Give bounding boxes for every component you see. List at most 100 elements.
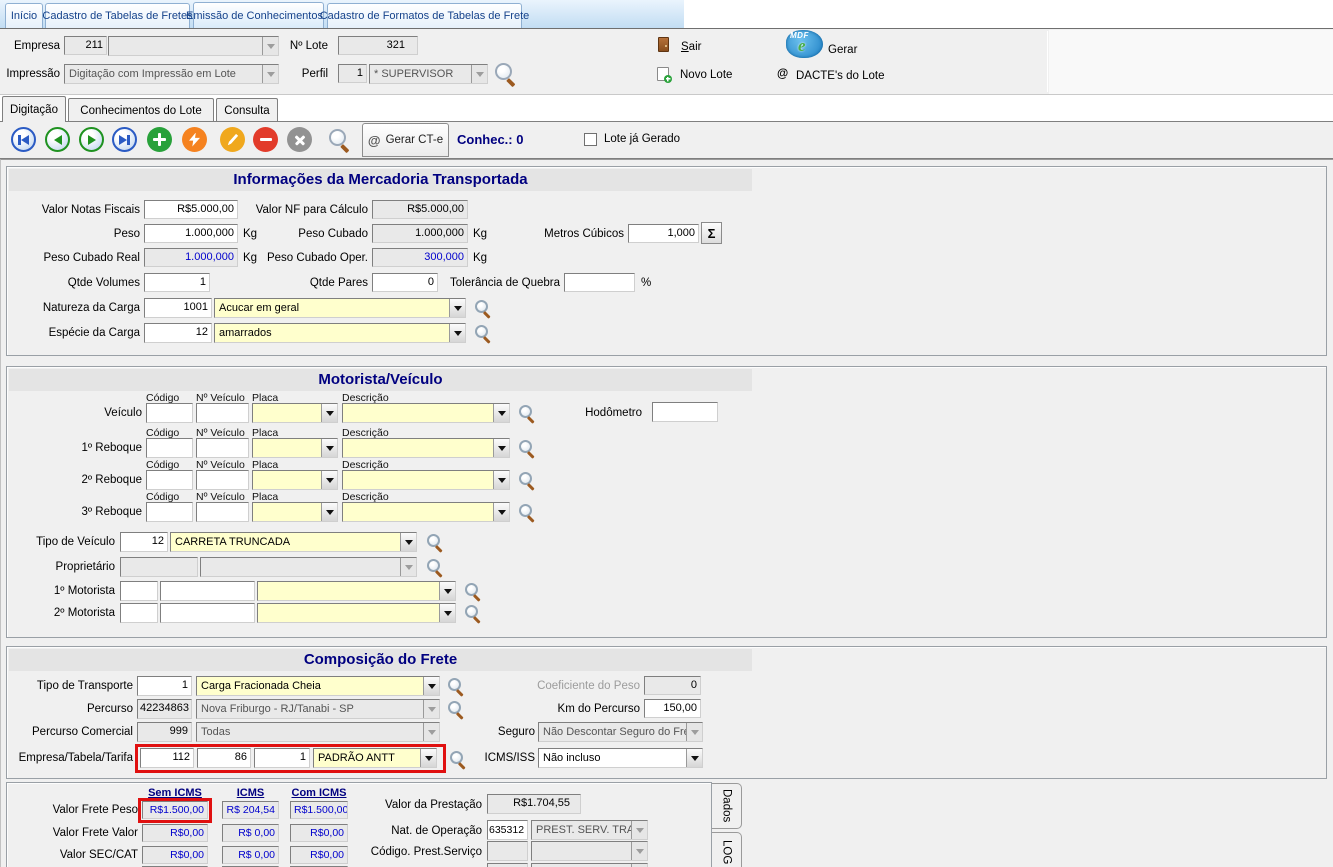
at-icon[interactable]: @ xyxy=(777,68,788,80)
reboque3-codigo-input[interactable] xyxy=(146,502,193,522)
percurso-search-icon[interactable] xyxy=(447,700,465,718)
tipo-veiculo-code-input[interactable]: 12 xyxy=(120,532,168,552)
novo-lote-button[interactable]: Novo Lote xyxy=(680,69,732,81)
motorista2-search-icon[interactable] xyxy=(464,604,482,622)
reboque2-search-icon[interactable] xyxy=(518,471,536,489)
window-tab-inicio[interactable]: Início xyxy=(5,3,43,28)
motorista1-search-icon[interactable] xyxy=(464,582,482,600)
sair-button[interactable]: Sair xyxy=(681,41,701,53)
natureza-carga-code-input[interactable]: 1001 xyxy=(144,298,212,318)
window-tab-cadastro-tabelas[interactable]: Cadastro de Tabelas de Fretes xyxy=(45,3,190,28)
veiculo-codigo-input[interactable] xyxy=(146,403,193,423)
reboque2-descricao-select[interactable] xyxy=(342,470,510,490)
qtde-volumes-input[interactable]: 1 xyxy=(144,273,210,292)
chevron-down-icon[interactable] xyxy=(321,404,337,422)
first-record-icon[interactable] xyxy=(11,127,36,152)
reboque1-numero-input[interactable] xyxy=(196,438,249,458)
reboque3-placa-select[interactable] xyxy=(252,502,338,522)
motorista1-code-input[interactable] xyxy=(120,581,158,601)
chevron-down-icon[interactable] xyxy=(493,471,509,489)
side-tab-log[interactable]: LOG d xyxy=(712,832,742,867)
veiculo-descricao-select[interactable] xyxy=(342,403,510,423)
reboque3-numero-input[interactable] xyxy=(196,502,249,522)
chevron-down-icon[interactable] xyxy=(321,503,337,521)
next-record-icon[interactable] xyxy=(79,127,104,152)
delete-record-icon[interactable] xyxy=(253,127,278,152)
especie-carga-search-icon[interactable] xyxy=(474,324,492,342)
tarifa-tabela-input[interactable]: 86 xyxy=(197,748,251,768)
tipo-transporte-select[interactable]: Carga Fracionada Cheia xyxy=(196,676,440,696)
reboque1-codigo-input[interactable] xyxy=(146,438,193,458)
edit-record-icon[interactable] xyxy=(220,127,245,152)
km-percurso-input[interactable]: 150,00 xyxy=(644,699,701,718)
natureza-carga-select[interactable]: Acucar em geral xyxy=(214,298,466,318)
chevron-down-icon[interactable] xyxy=(686,749,702,767)
post-record-icon[interactable] xyxy=(182,127,207,152)
chevron-down-icon[interactable] xyxy=(439,582,455,600)
qtde-pares-input[interactable]: 0 xyxy=(372,273,438,292)
reboque2-numero-input[interactable] xyxy=(196,470,249,490)
especie-carga-select[interactable]: amarrados xyxy=(214,323,466,343)
tolerancia-quebra-input[interactable] xyxy=(564,273,635,292)
sum-button[interactable]: Σ xyxy=(701,222,722,244)
valor-notas-fiscais-input[interactable]: R$5.000,00 xyxy=(144,200,238,219)
tab-consulta[interactable]: Consulta xyxy=(216,98,278,122)
prior-record-icon[interactable] xyxy=(45,127,70,152)
chevron-down-icon[interactable] xyxy=(439,604,455,622)
window-tab-cadastro-formatos[interactable]: Cadastro de Formatos de Tabelas de Frete xyxy=(327,3,522,28)
chevron-down-icon[interactable] xyxy=(449,324,465,342)
tab-conhecimentos-do-lote[interactable]: Conhecimentos do Lote xyxy=(68,98,214,122)
insert-record-icon[interactable] xyxy=(147,127,172,152)
motorista1-doc-input[interactable] xyxy=(160,581,255,601)
tipo-transporte-code-input[interactable]: 1 xyxy=(137,676,192,696)
cancel-record-icon[interactable] xyxy=(287,127,312,152)
veiculo-numero-input[interactable] xyxy=(196,403,249,423)
chevron-down-icon[interactable] xyxy=(493,439,509,457)
gerar-cte-button[interactable]: @ Gerar CT-e xyxy=(362,123,449,157)
last-record-icon[interactable] xyxy=(112,127,137,152)
especie-carga-code-input[interactable]: 12 xyxy=(144,323,212,343)
new-lote-icon[interactable] xyxy=(657,67,669,81)
chevron-down-icon[interactable] xyxy=(321,439,337,457)
motorista2-doc-input[interactable] xyxy=(160,603,255,623)
tipo-transporte-search-icon[interactable] xyxy=(447,677,465,695)
side-tab-dados[interactable]: Dados xyxy=(712,783,742,829)
proprietario-search-icon[interactable] xyxy=(426,558,444,576)
tarifa-search-icon[interactable] xyxy=(449,750,467,768)
motorista2-code-input[interactable] xyxy=(120,603,158,623)
lote-ja-gerado-checkbox[interactable] xyxy=(584,133,597,146)
chevron-down-icon[interactable] xyxy=(321,471,337,489)
reboque2-codigo-input[interactable] xyxy=(146,470,193,490)
metros-cubicos-input[interactable]: 1,000 xyxy=(628,224,699,243)
hodometro-input[interactable] xyxy=(652,402,718,422)
reboque1-descricao-select[interactable] xyxy=(342,438,510,458)
tarifa-select[interactable]: PADRÃO ANTT xyxy=(313,748,437,768)
motorista1-select[interactable] xyxy=(257,581,456,601)
peso-input[interactable]: 1.000,000 xyxy=(144,224,238,243)
tarifa-tarifa-input[interactable]: 1 xyxy=(254,748,310,768)
chevron-down-icon[interactable] xyxy=(493,503,509,521)
dacte-do-lote-button[interactable]: DACTE's do Lote xyxy=(796,70,885,82)
reboque2-placa-select[interactable] xyxy=(252,470,338,490)
veiculo-placa-select[interactable] xyxy=(252,403,338,423)
veiculo-search-icon[interactable] xyxy=(518,404,536,422)
natureza-carga-search-icon[interactable] xyxy=(474,299,492,317)
mdfe-logo-icon[interactable]: MDF e xyxy=(786,30,823,58)
search-icon[interactable] xyxy=(328,128,352,152)
reboque3-search-icon[interactable] xyxy=(518,503,536,521)
motorista2-select[interactable] xyxy=(257,603,456,623)
chevron-down-icon[interactable] xyxy=(423,677,439,695)
chevron-down-icon[interactable] xyxy=(420,749,436,767)
exit-door-icon[interactable] xyxy=(658,37,669,52)
reboque3-descricao-select[interactable] xyxy=(342,502,510,522)
tarifa-empresa-input[interactable]: 112 xyxy=(140,748,194,768)
gerar-button[interactable]: Gerar xyxy=(828,44,857,56)
tipo-veiculo-select[interactable]: CARRETA TRUNCADA xyxy=(170,532,417,552)
icms-iss-select[interactable]: Não incluso xyxy=(538,748,703,768)
tipo-veiculo-search-icon[interactable] xyxy=(426,533,444,551)
chevron-down-icon[interactable] xyxy=(400,533,416,551)
chevron-down-icon[interactable] xyxy=(449,299,465,317)
chevron-down-icon[interactable] xyxy=(493,404,509,422)
window-tab-emissao-conhecimentos[interactable]: Emissão de Conhecimentos xyxy=(193,2,324,28)
perfil-search-icon[interactable] xyxy=(494,62,518,86)
